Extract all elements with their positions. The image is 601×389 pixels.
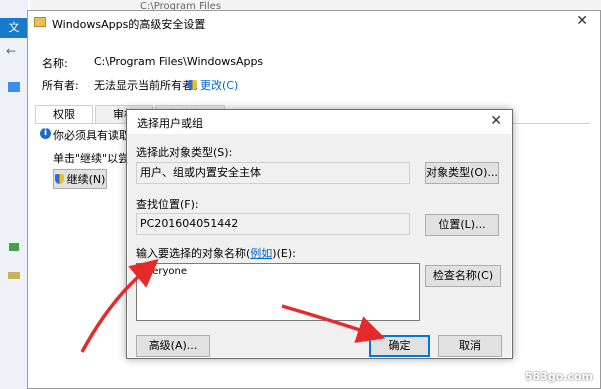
tab-permissions[interactable]: 权限 — [35, 105, 93, 123]
dialog-title: 选择用户或组 — [137, 117, 203, 130]
check-names-button[interactable]: 检查名称(C) — [425, 265, 501, 287]
object-names-input[interactable]: Everyone — [136, 263, 420, 321]
examples-link[interactable]: 例如 — [250, 247, 272, 260]
watermark: 583go.com — [524, 370, 593, 383]
cancel-button[interactable]: 取消 — [438, 335, 502, 357]
name-label: 名称: — [42, 57, 68, 70]
info-icon: i — [40, 128, 51, 139]
back-arrow-icon[interactable]: ← — [6, 44, 20, 58]
window-title: WindowsApps的高级安全设置 — [52, 18, 206, 31]
drive-icon[interactable] — [6, 268, 22, 282]
network-icon[interactable] — [6, 240, 22, 254]
name-value: C:\Program Files\WindowsApps — [94, 55, 264, 68]
names-label-prefix: 输入要选择的对象名称( — [136, 247, 251, 260]
close-icon[interactable]: ✕ — [490, 113, 502, 129]
change-owner-label: 更改(C) — [200, 79, 239, 92]
dialog-body: 选择此对象类型(S): 用户、组或内置安全主体 对象类型(O)... 查找位置(… — [128, 134, 511, 357]
change-owner-link[interactable]: 更改(C) — [188, 77, 238, 93]
object-type-label: 选择此对象类型(S): — [136, 146, 233, 159]
continue-button[interactable]: 继续(N) — [53, 169, 107, 189]
explorer-left-strip: 文 ← — [0, 0, 28, 389]
ok-button[interactable]: 确定 — [369, 335, 430, 357]
location-field: PC201604051442 — [136, 213, 410, 235]
object-type-field: 用户、组或内置安全主体 — [136, 162, 410, 184]
shield-icon — [54, 174, 64, 184]
names-label-suffix: )(E): — [272, 247, 296, 260]
select-users-dialog: 选择用户或组 ✕ 选择此对象类型(S): 用户、组或内置安全主体 对象类型(O)… — [126, 109, 513, 359]
names-label: 输入要选择的对象名称(例如)(E): — [136, 245, 296, 261]
object-types-button[interactable]: 对象类型(O)... — [425, 162, 499, 184]
quick-access-icon[interactable] — [6, 80, 22, 94]
title-bar: WindowsApps的高级安全设置 ✕ — [28, 11, 600, 35]
locations-button[interactable]: 位置(L)... — [425, 214, 499, 236]
owner-label: 所有者: — [42, 79, 79, 92]
folder-icon — [34, 17, 46, 27]
file-tab[interactable]: 文 — [0, 18, 28, 38]
close-icon[interactable]: ✕ — [576, 13, 588, 29]
advanced-button[interactable]: 高级(A)... — [136, 335, 210, 357]
shield-icon — [188, 80, 197, 90]
continue-label: 继续(N) — [66, 173, 106, 186]
location-label: 查找位置(F): — [136, 198, 199, 211]
